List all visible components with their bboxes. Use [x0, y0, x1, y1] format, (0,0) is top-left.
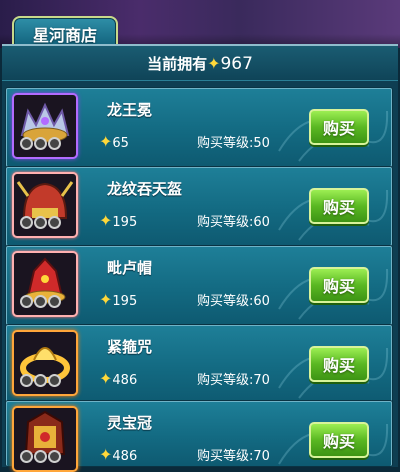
shop-item: 毗卢帽 ✦195 购买等级:60 购买 — [6, 246, 392, 325]
item-price: ✦195 — [99, 290, 137, 309]
item-icon-slot[interactable] — [12, 172, 78, 238]
tab-label: 星河商店 — [32, 26, 97, 45]
star-icon: ✦ — [99, 369, 113, 388]
item-icon-slot[interactable] — [12, 93, 78, 159]
buy-button-label: 购买 — [322, 277, 355, 296]
item-required-level: 购买等级:60 — [197, 294, 270, 309]
item-icon-slot[interactable] — [12, 406, 78, 472]
item-name: 龙王冕 — [107, 101, 153, 119]
socket-dots — [20, 448, 62, 467]
buy-button[interactable]: 购买 — [309, 346, 369, 382]
buy-button-label: 购买 — [322, 432, 355, 451]
price-value: 195 — [112, 215, 138, 230]
price-value: 195 — [112, 294, 138, 309]
item-name: 紧箍咒 — [107, 338, 153, 356]
socket-dots — [20, 372, 62, 391]
socket-dots — [20, 293, 62, 312]
star-icon: ✦ — [99, 445, 113, 464]
price-value: 65 — [112, 136, 129, 151]
balance-text: 当前拥有✦967 — [2, 53, 398, 74]
item-price: ✦486 — [99, 445, 137, 464]
item-icon-slot[interactable] — [12, 251, 78, 317]
price-value: 486 — [112, 449, 138, 464]
item-price: ✦486 — [99, 369, 137, 388]
shop-item: 紧箍咒 ✦486 购买等级:70 购买 — [6, 325, 392, 404]
item-price: ✦65 — [99, 132, 129, 151]
shop-item: 龙纹吞天盔 ✦195 购买等级:60 购买 — [6, 167, 392, 246]
shop-item: 龙王冕 ✦65 购买等级:50 购买 — [6, 88, 392, 167]
buy-button[interactable]: 购买 — [309, 422, 369, 458]
balance-label: 当前拥有 — [147, 55, 208, 73]
item-name: 毗卢帽 — [107, 259, 153, 277]
star-icon: ✦ — [99, 211, 113, 230]
item-required-level: 购买等级:70 — [197, 449, 270, 464]
buy-button-label: 购买 — [322, 198, 355, 217]
price-value: 486 — [112, 373, 138, 388]
buy-button-label: 购买 — [322, 356, 355, 375]
star-icon: ✦ — [99, 290, 113, 309]
buy-button[interactable]: 购买 — [309, 188, 369, 224]
item-icon-slot[interactable] — [12, 330, 78, 396]
item-required-level: 购买等级:70 — [197, 373, 270, 388]
socket-dots — [20, 214, 62, 233]
buy-button-label: 购买 — [322, 119, 355, 138]
shop-item: 灵宝冠 ✦486 购买等级:70 购买 — [6, 401, 392, 472]
balance-header: 当前拥有✦967 — [2, 46, 398, 81]
buy-button[interactable]: 购买 — [309, 109, 369, 145]
socket-dots — [20, 135, 62, 154]
item-name: 灵宝冠 — [107, 414, 153, 432]
balance-value: 967 — [220, 54, 253, 74]
item-name: 龙纹吞天盔 — [107, 180, 183, 198]
star-icon: ✦ — [207, 54, 221, 73]
item-required-level: 购买等级:50 — [197, 136, 270, 151]
item-required-level: 购买等级:60 — [197, 215, 270, 230]
buy-button[interactable]: 购买 — [309, 267, 369, 303]
item-price: ✦195 — [99, 211, 137, 230]
star-icon: ✦ — [99, 132, 113, 151]
